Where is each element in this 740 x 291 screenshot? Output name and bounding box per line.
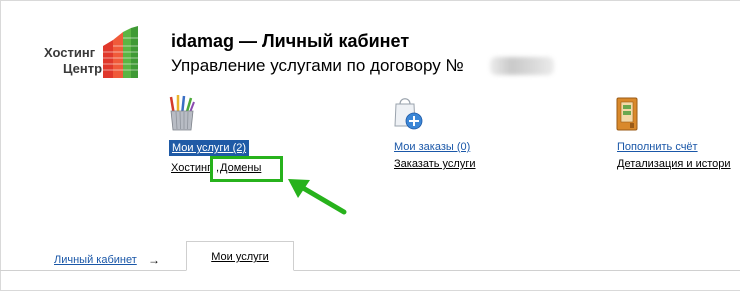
page-title: idamag — Личный кабинет — [171, 31, 410, 51]
logo-text-line2: Центр — [63, 61, 103, 76]
billing-history-link[interactable]: Детализация и истори — [617, 157, 731, 171]
wallet-icon — [616, 97, 638, 131]
contract-number-redacted — [490, 57, 554, 75]
my-services-link[interactable]: Мои услуги (2) — [169, 140, 250, 156]
building-icon — [103, 26, 138, 78]
tab-my-services-label: Мои услуги — [211, 251, 269, 263]
hosting-center-logo[interactable]: Хостинг Центр — [44, 26, 140, 78]
annotation-highlight-box — [210, 156, 283, 182]
annotation-arrow-icon — [288, 179, 347, 215]
hosting-link[interactable]: Хостинг — [171, 161, 211, 175]
contract-subtitle: Управление услугами по договору № — [171, 56, 464, 75]
breadcrumb-arrow: → — [148, 253, 160, 267]
top-up-link[interactable]: Пополнить счёт — [617, 140, 698, 154]
logo-text-line1: Хостинг — [44, 45, 96, 60]
order-services-link[interactable]: Заказать услуги — [394, 157, 476, 171]
breadcrumb-dashboard-link[interactable]: Личный кабинет — [54, 254, 137, 266]
tab-my-services[interactable]: Мои услуги — [186, 241, 294, 271]
tab-bar-border — [0, 270, 740, 271]
my-orders-link[interactable]: Мои заказы (0) — [394, 140, 470, 154]
pencil-cup-icon — [169, 95, 195, 131]
shopping-bag-add-icon — [394, 98, 423, 130]
